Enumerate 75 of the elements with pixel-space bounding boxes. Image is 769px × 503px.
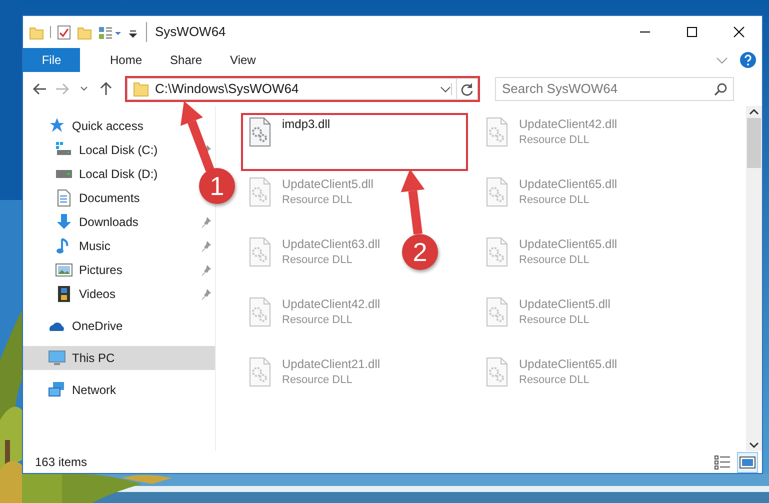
nav-item[interactable]: Local Disk (D:)	[23, 162, 162, 186]
file-type: Resource DLL	[519, 313, 590, 328]
dll-file-icon	[484, 177, 510, 207]
file-name: imdp3.dll	[282, 117, 330, 132]
dropdown-icon[interactable]	[440, 83, 452, 95]
file-type: Resource DLL	[519, 373, 590, 388]
file-type: Resource DLL	[519, 133, 590, 148]
file-menu-tab[interactable]: File	[23, 48, 80, 72]
dll-file-icon	[484, 357, 510, 387]
nav-item[interactable]: Network	[23, 378, 120, 402]
refresh-icon	[460, 82, 474, 96]
customize-icon[interactable]	[98, 24, 122, 40]
nav-item[interactable]: Videos	[23, 282, 120, 306]
dll-file-icon	[247, 237, 273, 267]
nav-item[interactable]: This PC	[23, 346, 215, 370]
down-arrow-icon	[55, 213, 73, 231]
dll-file-icon	[484, 117, 510, 147]
dll-file-icon	[247, 357, 273, 387]
file-name: UpdateClient21.dll	[282, 357, 380, 372]
help-icon[interactable]	[740, 52, 756, 68]
file-type: Resource DLL	[282, 373, 354, 388]
nav-item[interactable]: Pictures	[23, 258, 126, 282]
file-type: Resource DLL	[282, 253, 354, 268]
search-field[interactable]: Search SysWOW64	[495, 77, 734, 101]
nav-item[interactable]: OneDrive	[23, 314, 127, 338]
file-type: Resource DLL	[282, 193, 354, 208]
view-button[interactable]	[737, 452, 758, 472]
dll-file-icon	[247, 177, 273, 207]
back-icon	[32, 81, 48, 97]
ribbon-tab[interactable]: View	[216, 48, 270, 72]
folder-icon	[29, 24, 44, 40]
file-name: UpdateClient63.dll	[282, 237, 380, 252]
file-name: UpdateClient5.dll	[282, 177, 374, 192]
dll-file-icon	[484, 297, 510, 327]
window-title: SysWOW64	[146, 22, 226, 42]
scrollbar-thumb[interactable]	[747, 118, 761, 168]
film-icon	[55, 285, 73, 303]
search-icon	[714, 83, 727, 96]
up-icon	[98, 81, 114, 97]
close-icon	[732, 26, 744, 38]
picture-icon	[55, 261, 73, 279]
highlighted-file-tile[interactable]: imdp3.dll	[241, 113, 468, 171]
item-count: 163 items	[35, 454, 88, 471]
nav-item[interactable]: Quick access	[23, 114, 148, 138]
forward-icon	[54, 81, 70, 97]
network-icon	[48, 381, 66, 399]
file-type: Resource DLL	[519, 253, 590, 268]
file-name: UpdateClient42.dll	[519, 117, 618, 132]
details-view-icon	[714, 454, 731, 470]
file-name: UpdateClient5.dll	[519, 297, 610, 312]
file-name: UpdateClient65.dll	[519, 357, 618, 372]
address-field[interactable]: C:\Windows\SysWOW64	[127, 78, 456, 100]
file-type: Resource DLL	[519, 193, 590, 208]
document-icon	[55, 189, 73, 207]
large-icons-view-icon	[739, 454, 756, 470]
refresh-button[interactable]	[456, 78, 478, 100]
computer-icon	[48, 349, 66, 367]
dll-file-icon	[484, 237, 510, 267]
annotation-arrow	[400, 169, 425, 235]
file-type: Resource DLL	[282, 313, 354, 328]
nav-item[interactable]: Documents	[23, 186, 144, 210]
file-name: UpdateClient42.dll	[282, 297, 380, 312]
properties-icon[interactable]	[57, 24, 71, 40]
nav-item[interactable]: Downloads	[23, 210, 142, 234]
dll-file-icon	[247, 297, 273, 327]
file-name: UpdateClient65.dll	[519, 177, 618, 192]
star-icon	[48, 117, 66, 135]
ribbon-tab[interactable]: Home	[96, 48, 156, 72]
maximize-icon	[686, 26, 698, 38]
dll-file-icon	[247, 117, 273, 147]
file-name: UpdateClient65.dll	[519, 237, 618, 252]
nav-item[interactable]: Music	[23, 234, 114, 258]
nav-item[interactable]: Local Disk (C:)	[23, 138, 162, 162]
folder-icon	[133, 81, 149, 97]
ribbon-tab[interactable]: Share	[156, 48, 216, 72]
